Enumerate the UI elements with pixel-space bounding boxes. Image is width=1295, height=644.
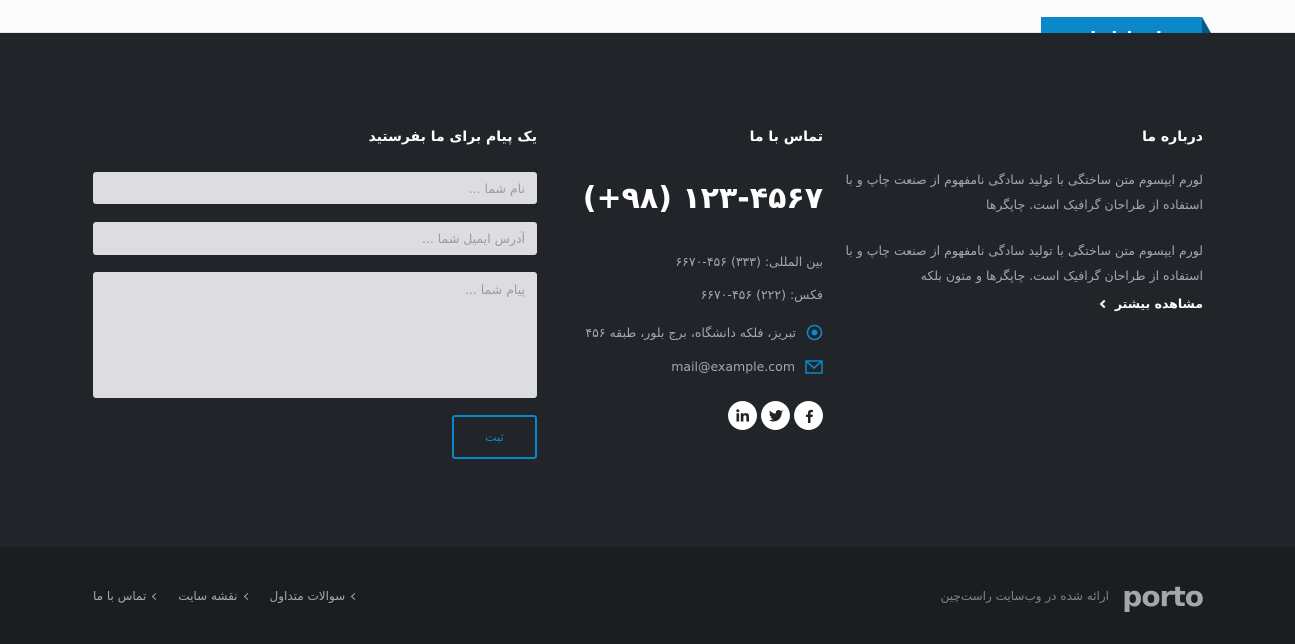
social-links xyxy=(728,401,823,430)
chevron-left-icon xyxy=(351,592,359,600)
about-title: درباره ما xyxy=(1142,129,1203,145)
read-more-link[interactable]: مشاهده بیشتر xyxy=(1099,296,1203,311)
footer-link-label: سوالات متداول xyxy=(269,589,346,603)
phone-number: (+۹۸) ۱۲۳-۴۵۶۷ xyxy=(582,181,823,216)
form-title: یک پیام برای ما بفرستید xyxy=(368,129,537,145)
porto-logo[interactable]: porto xyxy=(1122,580,1204,613)
email-text: mail@example.com xyxy=(671,359,795,374)
twitter-icon xyxy=(768,409,783,421)
footer-main: درباره ما لورم ایپسوم متن ساختگی با تولی… xyxy=(0,33,1295,547)
message-textarea[interactable] xyxy=(93,272,537,398)
twitter-button[interactable] xyxy=(761,401,790,430)
name-input[interactable] xyxy=(93,172,537,204)
linkedin-button[interactable] xyxy=(728,401,757,430)
facebook-icon xyxy=(805,409,813,423)
footer-link-label: نقشه سایت xyxy=(178,589,238,603)
chevron-left-icon xyxy=(152,592,160,600)
linkedin-icon xyxy=(736,409,749,422)
facebook-button[interactable] xyxy=(794,401,823,430)
footer-link-contact[interactable]: تماس با ما xyxy=(93,589,160,603)
powered-by-text: ارائه شده در وب‌سایت راست‌چین xyxy=(940,589,1109,603)
email-input[interactable] xyxy=(93,222,537,255)
international-phone: بین المللی: (۳۳۳) ۴۵۶-۶۶۷۰ xyxy=(675,254,823,269)
footer-links: تماس با ما نقشه سایت سوالات متداول xyxy=(93,589,359,603)
footer-link-faq[interactable]: سوالات متداول xyxy=(269,589,359,603)
read-more-label: مشاهده بیشتر xyxy=(1114,296,1203,311)
contact-title: تماس با ما xyxy=(749,129,823,145)
envelope-icon xyxy=(805,359,823,374)
about-paragraph-1: لورم ایپسوم متن ساختگی با تولید سادگی نا… xyxy=(845,172,1203,212)
address-line: تبریز، فلکه دانشگاه، برج بلور، طبقه ۴۵۶ xyxy=(585,324,823,341)
chevron-left-icon xyxy=(243,592,251,600)
location-icon xyxy=(806,324,823,341)
submit-button[interactable]: ثبت xyxy=(452,415,537,459)
footer-bottom: porto ارائه شده در وب‌سایت راست‌چین تماس… xyxy=(0,547,1295,644)
footer-link-sitemap[interactable]: نقشه سایت xyxy=(178,589,251,603)
address-text: تبریز، فلکه دانشگاه، برج بلور، طبقه ۴۵۶ xyxy=(585,325,796,340)
chevron-left-icon xyxy=(1099,299,1109,308)
fax-number: فکس: (۲۲۲) ۴۵۶-۶۶۷۰ xyxy=(700,287,823,302)
about-paragraph-2: لورم ایپسوم متن ساختگی با تولید سادگی نا… xyxy=(845,243,1203,283)
footer-link-label: تماس با ما xyxy=(93,589,147,603)
email-line[interactable]: mail@example.com xyxy=(671,359,823,374)
